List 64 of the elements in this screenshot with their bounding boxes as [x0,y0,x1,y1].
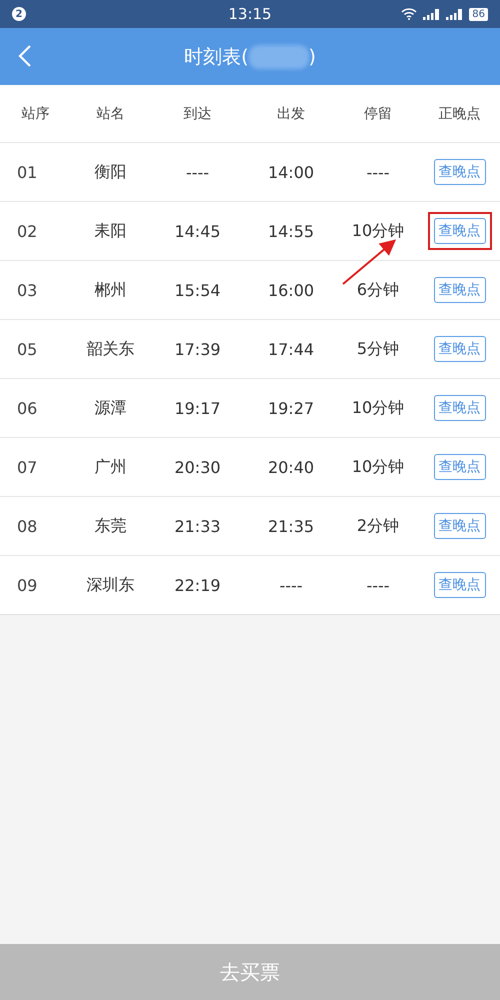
table-cell: 02 [17,222,38,240]
table-cell: 6分钟 [356,280,400,300]
check-delay-button[interactable]: 查晚点 [434,159,486,185]
table-cell: 10分钟 [352,398,404,418]
table-cell: 09 [17,576,38,594]
table-cell: 广州 [94,456,126,478]
check-delay-button[interactable]: 查晚点 [434,277,486,303]
notification-badge: 2 [12,7,26,21]
table-cell: 08 [17,516,38,536]
table-cell: 15:54 [174,280,221,300]
table-cell: 01 [17,162,38,182]
battery-level: 86 [469,8,488,20]
signal-icon [446,8,464,20]
check-delay-button[interactable]: 查晚点 [434,336,486,362]
signal-icon [423,8,440,20]
table-cell: 郴州 [94,280,126,300]
check-delay-button[interactable]: 查晚点 [434,218,486,244]
table-cell: 深圳东 [86,574,134,596]
table-cell: 05 [17,340,38,358]
table-cell: 20:30 [174,458,221,476]
table-cell: 2分钟 [356,516,400,536]
table-cell: 16:00 [268,280,314,300]
table-cell: 14:55 [268,222,314,240]
table-cell: 5分钟 [356,338,400,360]
table-cell: 东莞 [94,516,126,536]
table-cell: 17:44 [268,340,314,358]
table-cell: ---- [366,576,390,594]
table-cell: 源潭 [94,398,126,418]
back-icon [18,44,32,68]
table-cell: 21:35 [268,516,314,536]
check-delay-button[interactable]: 查晚点 [434,395,486,421]
table-cell: 19:27 [268,398,314,418]
table-cell: 14:45 [174,222,221,240]
table-cell: 03 [17,280,38,300]
column-header: 出发 [277,104,305,122]
table-cell: 14:00 [268,162,314,182]
table-cell: 10分钟 [352,220,404,242]
column-header: 停留 [364,104,392,122]
table-cell: 07 [17,458,38,476]
table-cell: 19:17 [174,398,221,418]
column-header: 站序 [22,104,50,122]
check-delay-button[interactable]: 查晚点 [434,572,486,598]
window-title: 时刻表( [184,44,248,70]
column-header: 正晚点 [438,104,480,122]
clock: 13:15 [228,5,272,23]
table-cell: 17:39 [174,340,221,358]
wifi-icon [401,8,418,20]
table-cell: 韶关东 [86,338,134,360]
table-cell: 21:33 [174,516,221,536]
table-cell: 衡阳 [94,162,126,182]
check-delay-button[interactable]: 查晚点 [434,454,486,480]
table-cell: ---- [366,162,390,182]
buy-ticket-button[interactable]: 去买票 [0,944,500,1000]
check-delay-button[interactable]: 查晚点 [434,513,486,539]
table-cell: 22:19 [174,576,221,594]
table-cell: 10分钟 [352,456,404,478]
table-cell: ---- [279,576,303,594]
window-title: ) [308,46,316,68]
table-cell: 20:40 [268,458,314,476]
column-header: 到达 [184,104,212,122]
table-cell: ---- [186,162,210,182]
column-header: 站名 [96,104,124,122]
table-cell: 耒阳 [94,220,126,242]
table-cell: 06 [17,398,38,418]
